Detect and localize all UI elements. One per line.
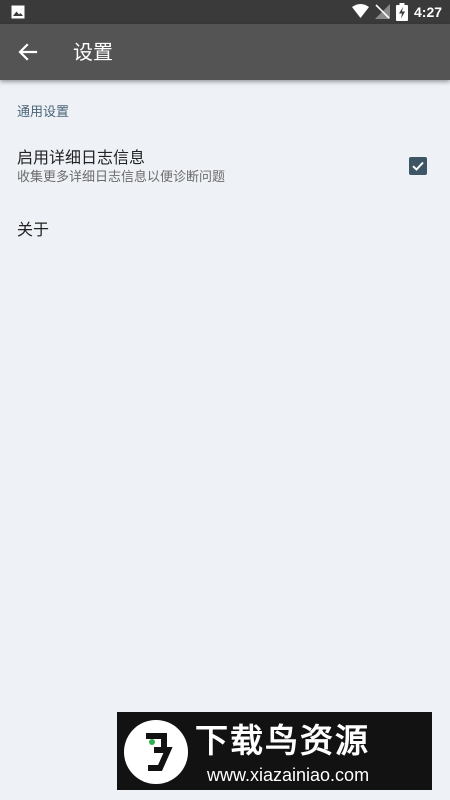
verbose-logging-preference[interactable]: 启用详细日志信息 收集更多详细日志信息以便诊断问题 [0, 140, 450, 196]
watermark-brand: 下载鸟资源 [195, 721, 370, 760]
verbose-logging-checkbox[interactable] [409, 157, 427, 175]
status-time: 4:27 [414, 4, 443, 20]
arrow-left-icon [18, 43, 38, 61]
verbose-logging-title: 启用详细日志信息 [17, 148, 146, 167]
status-bar: 4:27 [0, 0, 450, 24]
watermark-url: www.xiazainiao.com [207, 765, 370, 785]
watermark: 下载鸟资源 www.xiazainiao.com [117, 712, 432, 790]
bird-logo-icon [124, 720, 188, 784]
battery-charging-icon [396, 3, 408, 21]
about-title: 关于 [17, 220, 50, 239]
back-button[interactable] [8, 32, 48, 72]
about-preference[interactable]: 关于 [0, 210, 450, 250]
section-header-general: 通用设置 [17, 105, 70, 120]
no-signal-icon [375, 4, 390, 19]
image-notification-icon [11, 5, 25, 19]
verbose-logging-summary: 收集更多详细日志信息以便诊断问题 [17, 170, 226, 185]
app-bar: 设置 [0, 24, 450, 80]
wifi-icon [352, 4, 369, 18]
checkmark-icon [412, 161, 424, 171]
page-title: 设置 [73, 40, 113, 64]
